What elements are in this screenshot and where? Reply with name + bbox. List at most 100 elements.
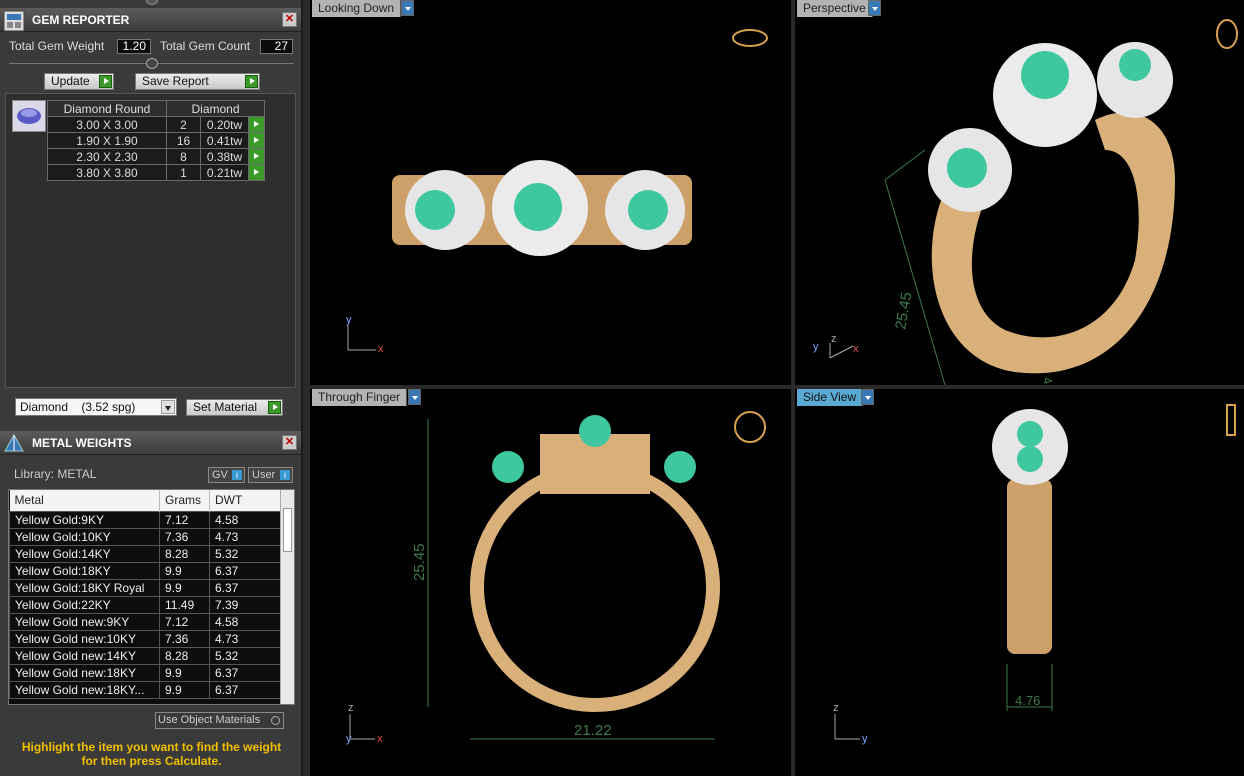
- metal-name: Yellow Gold:9KY: [9, 510, 160, 529]
- gem-row[interactable]: 3.00 X 3.00 2 0.20tw: [47, 116, 265, 133]
- metal-table: Metal Grams DWT Yellow Gold:9KY 7.12 4.58 Y…: [9, 490, 281, 699]
- update-button[interactable]: Update: [44, 73, 114, 90]
- material-select[interactable]: Diamond (3.52 spg): [15, 398, 177, 416]
- svg-text:z: z: [831, 333, 837, 345]
- metal-table-frame: Metal Grams DWT Yellow Gold:9KY 7.12 4.58 Y…: [8, 489, 295, 705]
- ring-perspective-render: 25.45 4.76 yz x: [813, 19, 1238, 385]
- save-report-label: Save Report: [142, 74, 209, 88]
- metal-rows: Yellow Gold:9KY 7.12 4.58 Yellow Gold:10KY 7…: [9, 510, 281, 699]
- gem-row-go-button[interactable]: [248, 164, 265, 181]
- metal-weights-icon: [4, 433, 24, 452]
- metal-name: Yellow Gold:18KY Royal: [9, 578, 160, 597]
- gem-row[interactable]: 2.30 X 2.30 8 0.38tw: [47, 148, 265, 165]
- metal-row[interactable]: Yellow Gold new:18KY 9.9 6.37: [9, 663, 281, 682]
- metal-scrollbar[interactable]: [280, 490, 294, 704]
- metal-grams: 8.28: [159, 544, 210, 563]
- library-label: Library: METAL: [14, 467, 97, 481]
- metal-name: Yellow Gold new:9KY: [9, 612, 160, 631]
- metal-row[interactable]: Yellow Gold:18KY 9.9 6.37: [9, 561, 281, 580]
- ring-top-render: yx: [346, 29, 768, 355]
- metal-col-grams[interactable]: Grams: [159, 490, 210, 511]
- viewport-through-finger[interactable]: Through Finger 25.45 21.22 zyx: [310, 389, 791, 776]
- metal-dwt: 4.58: [209, 510, 281, 529]
- gem-count: 1: [166, 164, 201, 181]
- metal-name: Yellow Gold new:18KY: [9, 663, 160, 682]
- top-scroll-handle[interactable]: [146, 0, 158, 5]
- ring-shank-side: [1007, 479, 1052, 654]
- metal-row[interactable]: Yellow Gold:18KY Royal 9.9 6.37: [9, 578, 281, 597]
- metal-weights-title: METAL WEIGHTS: [32, 436, 132, 450]
- stone-cluster: [405, 160, 685, 256]
- metal-row[interactable]: Yellow Gold new:10KY 7.36 4.73: [9, 629, 281, 648]
- gv-toggle[interactable]: GV i: [208, 467, 245, 483]
- material-select-value: Diamond (3.52 spg): [20, 400, 136, 414]
- metal-name: Yellow Gold new:14KY: [9, 646, 160, 665]
- use-object-materials-toggle[interactable]: Use Object Materials: [155, 712, 284, 729]
- gem-count: 16: [166, 132, 201, 149]
- ring-front-render: 25.45 21.22 z y x: [346, 411, 766, 745]
- metal-row[interactable]: Yellow Gold:9KY 7.12 4.58: [9, 510, 281, 529]
- viewport-side-view[interactable]: Side View 4.76 zy: [795, 389, 1244, 776]
- viewport-looking-down[interactable]: Looking Down yx: [310, 0, 791, 385]
- ring-icon-perspective: [1216, 19, 1238, 49]
- gem-weight: 0.20tw: [200, 116, 249, 133]
- gem-reporter-close-button[interactable]: ✕: [282, 12, 297, 27]
- metal-row[interactable]: Yellow Gold:14KY 8.28 5.32: [9, 544, 281, 563]
- gem-reporter-header: GEM REPORTER ✕: [0, 8, 301, 32]
- ring-shank-front: [470, 462, 720, 712]
- metal-row[interactable]: Yellow Gold:10KY 7.36 4.73: [9, 527, 281, 546]
- metal-dwt: 4.73: [209, 527, 281, 546]
- metal-grams: 8.28: [159, 646, 210, 665]
- diamond-round-icon[interactable]: [12, 100, 46, 132]
- viewport-perspective[interactable]: Perspective 25.45 4.76 yzx: [795, 0, 1244, 385]
- gem-col-shape: Diamond Round: [47, 100, 167, 117]
- metal-dwt: 6.37: [209, 578, 281, 597]
- set-material-go-icon: [268, 401, 281, 414]
- metal-col-metal[interactable]: Metal: [9, 490, 160, 511]
- metal-row[interactable]: Yellow Gold new:9KY 7.12 4.58: [9, 612, 281, 631]
- metal-row[interactable]: Yellow Gold:22KY 11.49 7.39: [9, 595, 281, 614]
- gem-weight: 0.41tw: [200, 132, 249, 149]
- metal-weights-header: METAL WEIGHTS ✕: [0, 431, 301, 455]
- info-icon: i: [280, 470, 290, 480]
- gem-size: 3.00 X 3.00: [47, 116, 167, 133]
- metal-name: Yellow Gold new:10KY: [9, 629, 160, 648]
- metal-name: Yellow Gold new:18KY...: [9, 680, 160, 699]
- gem-table: Diamond Round Diamond 3.00 X 3.00 2 0.20tw…: [47, 100, 265, 181]
- metal-row[interactable]: Yellow Gold new:18KY... 9.9 6.37: [9, 680, 281, 699]
- ring-icon-side: [1226, 404, 1236, 436]
- metal-grams: 7.36: [159, 629, 210, 648]
- use-object-label: Use Object Materials: [158, 714, 261, 726]
- metal-col-dwt[interactable]: DWT: [209, 490, 281, 511]
- user-toggle[interactable]: User i: [248, 467, 293, 483]
- metal-name: Yellow Gold:10KY: [9, 527, 160, 546]
- persp-width-dim: 4.76: [1040, 376, 1058, 385]
- total-count-label: Total Gem Count: [160, 39, 251, 53]
- gem-row[interactable]: 1.90 X 1.90 16 0.41tw: [47, 132, 265, 149]
- metal-row[interactable]: Yellow Gold new:14KY 8.28 5.32: [9, 646, 281, 665]
- gem-row[interactable]: 3.80 X 3.80 1 0.21tw: [47, 164, 265, 181]
- metal-grams: 7.12: [159, 612, 210, 631]
- hint-text: Highlight the item you want to find the …: [21, 740, 282, 768]
- gem-size: 2.30 X 2.30: [47, 148, 167, 165]
- set-material-label: Set Material: [193, 400, 258, 414]
- metal-grams: 11.49: [159, 595, 210, 614]
- radio-icon: [271, 716, 280, 725]
- save-report-button[interactable]: Save Report: [135, 73, 260, 90]
- gem-row-go-button[interactable]: [248, 132, 265, 149]
- gem-row-go-button[interactable]: [248, 148, 265, 165]
- ring-icon-top: [732, 29, 768, 47]
- scrollbar-thumb[interactable]: [283, 508, 292, 552]
- axis-indicator: zy: [833, 702, 868, 745]
- side-width-dim: 4.76: [1015, 693, 1040, 708]
- metal-grams: 9.9: [159, 663, 210, 682]
- gem-reporter-icon: [3, 10, 25, 32]
- gem-row-go-button[interactable]: [248, 116, 265, 133]
- gv-label: GV: [212, 469, 228, 481]
- gem-weight: 0.21tw: [200, 164, 249, 181]
- update-go-icon: [99, 75, 112, 88]
- metal-weights-close-button[interactable]: ✕: [282, 435, 297, 450]
- gem-size: 3.80 X 3.80: [47, 164, 167, 181]
- set-material-button[interactable]: Set Material: [186, 399, 283, 416]
- gem-splitter-knob[interactable]: [146, 58, 158, 69]
